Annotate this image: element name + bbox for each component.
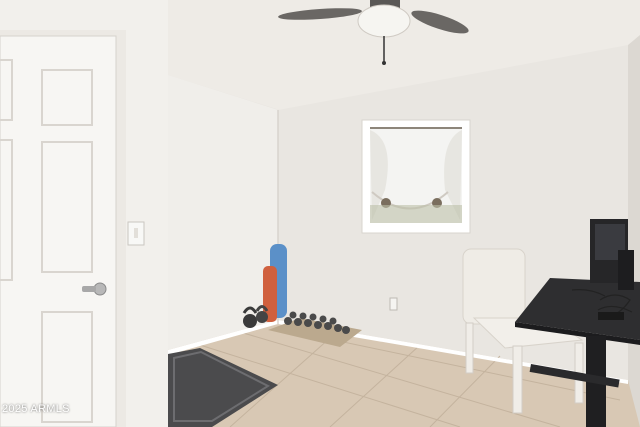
white-door	[0, 35, 117, 427]
power-strip	[598, 312, 624, 320]
left-wall	[168, 75, 278, 350]
room-photo: 2025 ARMLS	[0, 0, 640, 427]
wall-outlet	[389, 297, 398, 311]
room-illustration	[0, 0, 640, 427]
monitor	[590, 219, 634, 290]
photo-watermark: 2025 ARMLS	[2, 403, 70, 415]
right-wall	[628, 35, 640, 427]
window	[361, 119, 471, 234]
